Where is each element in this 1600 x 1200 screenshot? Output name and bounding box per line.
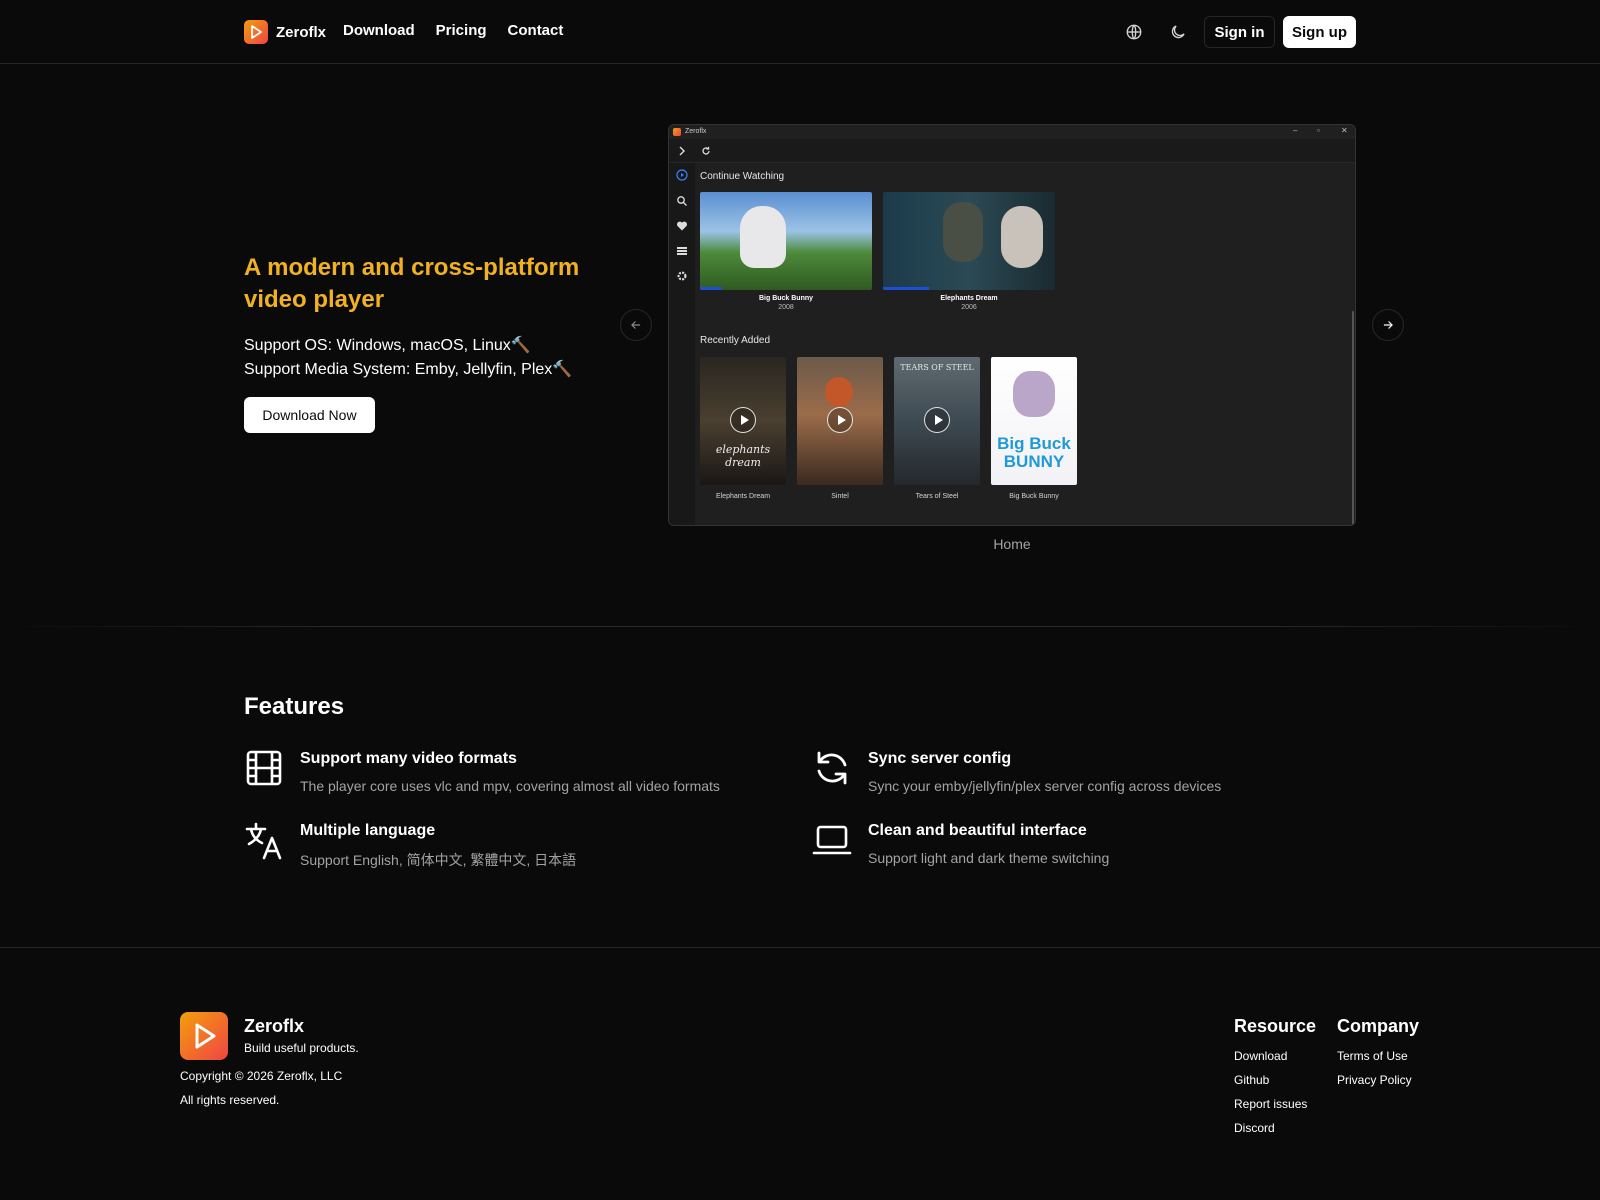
feature-description: Support light and dark theme switching (868, 850, 1110, 866)
app-home-view: Continue Watching Big Buck Bunny 2008 El… (695, 163, 1355, 525)
footer-link-download[interactable]: Download (1234, 1049, 1287, 1063)
minimize-icon: – (1293, 126, 1298, 135)
library-icon (677, 247, 687, 255)
nav-contact[interactable]: Contact (508, 22, 564, 39)
sign-in-button[interactable]: Sign in (1204, 16, 1275, 48)
brand-link[interactable]: Zeroflx (244, 20, 326, 44)
moon-icon[interactable] (1166, 20, 1190, 44)
feature-title: Support many video formats (300, 750, 517, 767)
carousel-next-button[interactable] (1372, 309, 1404, 341)
hero-title: A modern and cross-platform video player (244, 254, 580, 313)
carousel-caption: Home (993, 536, 1031, 552)
watch-progress-bar (700, 287, 723, 290)
footer-link-github[interactable]: Github (1234, 1073, 1269, 1087)
hero-os-support: Support OS: Windows, macOS, Linux🔨 (244, 337, 531, 354)
nav-pricing[interactable]: Pricing (436, 22, 487, 39)
section-divider (0, 626, 1600, 627)
play-icon (924, 407, 950, 433)
main-nav: Download Pricing Contact (343, 22, 563, 39)
footer-company-heading: Company (1337, 1016, 1420, 1036)
footer-link-report-issues[interactable]: Report issues (1234, 1097, 1307, 1111)
film-icon (246, 750, 282, 786)
feature-title: Multiple language (300, 822, 436, 839)
footer-link-discord[interactable]: Discord (1234, 1121, 1275, 1135)
sync-icon (817, 751, 847, 785)
poster-big-buck-bunny: Big Buck BUNNY (991, 357, 1077, 485)
recently-added-title: Recently Added (700, 335, 771, 346)
nav-download[interactable]: Download (343, 22, 415, 39)
continue-title: Big Buck Bunny (758, 295, 814, 302)
app-screenshot: Zeroflx – ▫ ✕ Continue Watching Big Buck… (668, 124, 1356, 526)
hero-media-support: Support Media System: Emby, Jellyfin, Pl… (244, 361, 573, 378)
continue-year: 2006 (961, 304, 977, 311)
feature-description: Sync your emby/jellyfin/plex server conf… (868, 778, 1222, 794)
globe-icon[interactable] (1122, 20, 1146, 44)
poster-logo-text: elephants dream (715, 443, 771, 469)
poster-tears-of-steel: TEARS OF STEEL (894, 357, 980, 485)
poster-logo-text: TEARS OF STEEL (900, 363, 974, 372)
footer-logo-icon[interactable] (180, 1012, 228, 1060)
footer-resource-heading: Resource (1234, 1016, 1317, 1036)
play-icon (827, 407, 853, 433)
footer-link-privacy[interactable]: Privacy Policy (1337, 1073, 1412, 1087)
chevron-right-icon (679, 146, 685, 156)
download-now-button[interactable]: Download Now (244, 397, 375, 433)
continue-thumb-big-buck-bunny (700, 192, 872, 290)
footer-copyright: Copyright © 2026 Zeroflx, LLC (180, 1069, 343, 1083)
brand-name: Zeroflx (276, 23, 327, 41)
continue-title: Elephants Dream (940, 295, 998, 302)
footer-link-terms[interactable]: Terms of Use (1337, 1049, 1408, 1063)
search-icon (677, 196, 687, 206)
play-icon (730, 407, 756, 433)
footer-tagline: Build useful products. (244, 1041, 359, 1055)
watch-progress-bar (883, 287, 930, 290)
site-header: Zeroflx Download Pricing Contact Sign in… (0, 0, 1600, 64)
refresh-icon (702, 146, 710, 155)
feature-title: Clean and beautiful interface (868, 822, 1087, 839)
continue-watching-title: Continue Watching (700, 171, 785, 182)
poster-title: Elephants Dream (715, 493, 771, 500)
poster-elephants-dream: elephants dream (700, 357, 786, 485)
features-title: Features (244, 693, 345, 720)
feature-description: The player core uses vlc and mpv, coveri… (300, 778, 720, 794)
footer-rights: All rights reserved. (180, 1093, 280, 1107)
sign-up-button[interactable]: Sign up (1283, 16, 1356, 48)
app-logo-icon (244, 20, 268, 44)
footer-divider (0, 947, 1600, 948)
continue-thumb-elephants-dream (883, 192, 1055, 290)
language-icon (245, 822, 282, 860)
poster-logo-text: Big Buck BUNNY (997, 434, 1071, 471)
poster-title: Tears of Steel (915, 493, 959, 500)
app-sidebar (669, 163, 695, 525)
feature-title: Sync server config (868, 750, 1012, 767)
continue-year: 2008 (778, 304, 794, 311)
heart-icon (676, 221, 688, 231)
poster-sintel (797, 357, 883, 485)
close-icon: ✕ (1341, 126, 1348, 135)
maximize-icon: ▫ (1317, 126, 1320, 135)
app-scrollbar (1352, 311, 1354, 525)
settings-gear-icon (677, 271, 687, 281)
app-window-logo-icon (673, 128, 681, 136)
poster-title: Sintel (831, 493, 849, 500)
footer-brand-name: Zeroflx (244, 1016, 305, 1036)
carousel-prev-button[interactable] (620, 309, 652, 341)
app-window-title: Zeroflx (685, 128, 707, 135)
app-toolbar (669, 139, 1355, 163)
feature-description: Support English, 简体中文, 繁體中文, 日本語 (300, 852, 577, 868)
home-play-icon (676, 169, 688, 181)
laptop-icon (812, 825, 852, 855)
app-titlebar: Zeroflx – ▫ ✕ (669, 125, 1355, 139)
poster-title: Big Buck Bunny (1009, 493, 1059, 500)
